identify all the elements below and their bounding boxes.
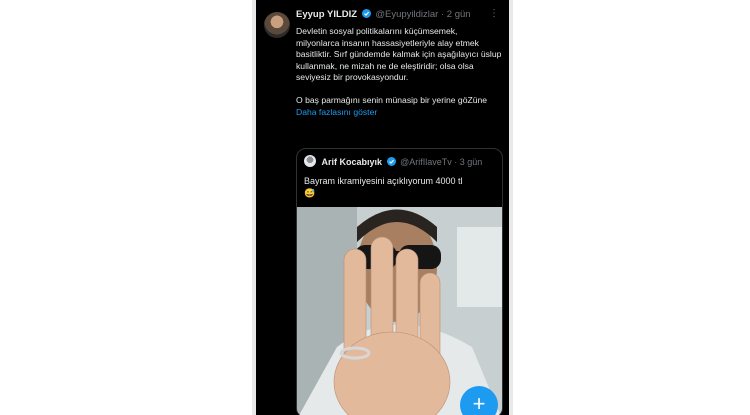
tweet-screen: Eyyup YILDIZ @Eyupyildizlar · 2 gün ⋮ De… bbox=[256, 0, 509, 415]
compose-plus-icon: + bbox=[472, 391, 486, 415]
quote-emoji: 😅 bbox=[304, 188, 316, 198]
more-options-icon[interactable]: ⋮ bbox=[489, 8, 499, 19]
quote-time[interactable]: 3 gün bbox=[460, 157, 483, 167]
tweet-paragraph-2-text: O baş parmağını senin münasip bir yerine… bbox=[296, 94, 488, 105]
quoted-tweet[interactable]: Arif Kocabıyık @ArifIlaveTv · 3 gün Bayr… bbox=[296, 148, 503, 415]
tweet-time[interactable]: 2 gün bbox=[447, 9, 471, 20]
verified-badge-icon bbox=[361, 9, 371, 18]
author-name[interactable]: Eyyup YILDIZ bbox=[296, 9, 357, 20]
quote-author-name[interactable]: Arif Kocabıyık bbox=[322, 157, 383, 167]
tweet-paragraph-2: O baş parmağını senin münasip bir yerine… bbox=[296, 95, 502, 118]
quote-text-block: Bayram ikramiyesini açıklıyorum 4000 tl … bbox=[304, 175, 494, 199]
quote-header: Arif Kocabıyık @ArifIlaveTv · 3 gün bbox=[304, 155, 482, 169]
tweet-header: Eyyup YILDIZ @Eyupyildizlar · 2 gün bbox=[296, 9, 496, 23]
quote-video-thumbnail[interactable] bbox=[297, 207, 502, 415]
author-handle[interactable]: @Eyupyildizlar bbox=[375, 9, 438, 20]
quote-verified-badge-icon bbox=[386, 157, 396, 166]
author-avatar[interactable] bbox=[264, 12, 290, 38]
quote-text: Bayram ikramiyesini açıklıyorum 4000 tl bbox=[304, 176, 463, 186]
video-frame-illustration bbox=[297, 207, 502, 415]
quote-author-avatar[interactable] bbox=[304, 155, 316, 167]
show-more-link[interactable]: Daha fazlasını göster bbox=[296, 107, 377, 117]
tweet-paragraph-1: Devletin sosyal politikalarını küçümseme… bbox=[296, 26, 502, 83]
tweet-body: Devletin sosyal politikalarını küçümseme… bbox=[296, 26, 502, 118]
quote-author-handle[interactable]: @ArifIlaveTv bbox=[400, 157, 452, 167]
right-edge bbox=[509, 0, 513, 415]
